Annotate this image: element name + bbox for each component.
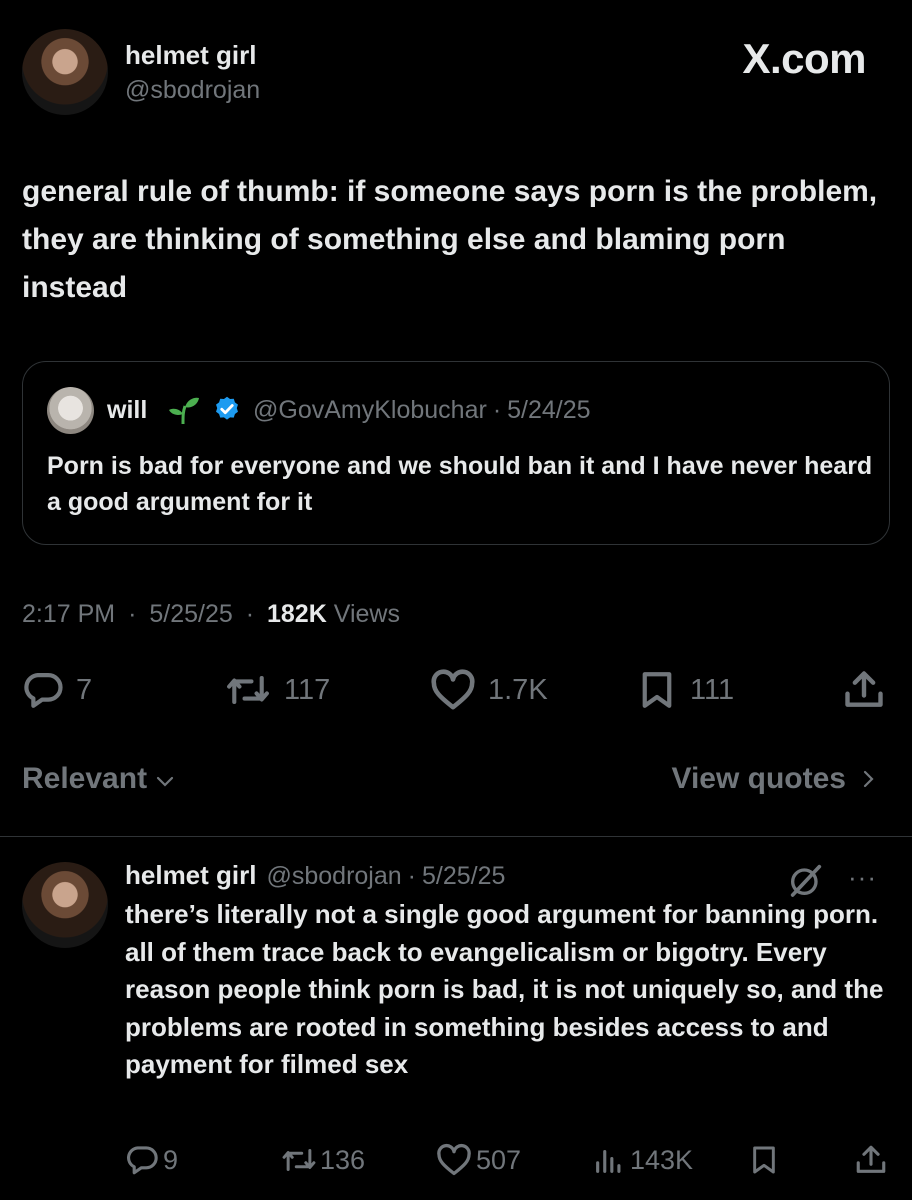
- bookmark-icon: [753, 1146, 775, 1174]
- reply-bubble-icon: [127, 1146, 158, 1175]
- tweet-meta: 2:17 PM · 5/25/25 · 182K Views: [22, 600, 400, 629]
- quoted-author-name: will: [107, 396, 148, 424]
- sort-label: Relevant: [22, 762, 148, 795]
- heart-icon: [437, 1143, 471, 1176]
- separator-dot: ·: [128, 600, 137, 628]
- repost-icon: [227, 675, 269, 705]
- repost-icon: [282, 1149, 316, 1171]
- view-quotes-label: View quotes: [671, 762, 847, 795]
- x-logo-text: X.com: [742, 35, 866, 82]
- reply-views-button[interactable]: 143K: [592, 1140, 693, 1180]
- tweet-text: general rule of thumb: if someone says p…: [22, 175, 878, 304]
- reply-text: there’s literally not a single good argu…: [125, 899, 884, 1079]
- seedling-icon: [169, 397, 199, 425]
- reply-header: helmet girl @sbodrojan · 5/25/25: [125, 860, 505, 891]
- views-label: Views: [333, 600, 400, 628]
- reply-date[interactable]: 5/25/25: [422, 862, 505, 891]
- quoted-tweet-card[interactable]: will @GovAmyKlobuchar · 5/24/25 Porn is ba…: [22, 361, 890, 545]
- reply-count: 7: [76, 673, 93, 706]
- grok-icon[interactable]: [786, 860, 826, 900]
- view-quotes-link[interactable]: View quotes: [672, 762, 881, 796]
- reply-reply-button[interactable]: 9: [125, 1140, 178, 1180]
- bookmark-button[interactable]: 111: [636, 668, 734, 712]
- reply-author-handle[interactable]: @sbodrojan: [266, 862, 401, 891]
- analytics-bars-icon: [596, 1149, 621, 1173]
- separator-dot: ·: [407, 862, 416, 890]
- sort-replies-dropdown[interactable]: Relevant: [22, 762, 177, 796]
- share-icon: [845, 671, 883, 707]
- reply-like-count: 507: [476, 1144, 522, 1175]
- chevron-down-icon: [156, 776, 174, 787]
- separator-dot: ·: [245, 600, 255, 628]
- tweet-date[interactable]: 5/25/25: [149, 600, 232, 628]
- share-button[interactable]: [842, 668, 886, 712]
- quoted-author-handle-date: @GovAmyKlobuchar · 5/24/25: [253, 396, 591, 425]
- repost-count: 117: [284, 673, 331, 706]
- like-count: 1.7K: [488, 673, 548, 706]
- reply-button[interactable]: 7: [22, 668, 92, 712]
- bookmark-count: 111: [690, 673, 735, 706]
- reply-views-count: 143K: [630, 1144, 694, 1175]
- like-button[interactable]: 1.7K: [430, 668, 548, 712]
- tweet-time[interactable]: 2:17 PM: [22, 600, 115, 628]
- reply-reply-count: 9: [163, 1144, 179, 1175]
- reply-repost-count: 136: [320, 1144, 366, 1175]
- author-handle[interactable]: @sbodrojan: [125, 76, 260, 105]
- quoted-tweet-text: Porn is bad for everyone and we should b…: [47, 452, 873, 516]
- chevron-right-icon: [863, 770, 874, 788]
- verified-badge-icon: [216, 396, 238, 420]
- share-icon: [856, 1145, 886, 1173]
- reply-author-name[interactable]: helmet girl: [125, 860, 256, 891]
- reply-share-button[interactable]: [854, 1140, 888, 1180]
- reply-bubble-icon: [24, 673, 63, 708]
- reply-bookmark-button[interactable]: [748, 1140, 780, 1180]
- quoted-author-avatar: [47, 387, 94, 434]
- repost-button[interactable]: 117: [224, 668, 330, 712]
- quoted-tweet-date: 5/24/25: [507, 396, 591, 424]
- reply-like-button[interactable]: 507: [436, 1140, 521, 1180]
- divider: [0, 836, 912, 837]
- author-display-name[interactable]: helmet girl: [125, 40, 256, 71]
- reply-repost-button[interactable]: 136: [280, 1140, 365, 1180]
- reply-author-avatar[interactable]: [22, 862, 108, 948]
- views-count: 182K: [267, 600, 327, 628]
- quoted-author-handle: @GovAmyKlobuchar: [253, 396, 487, 424]
- separator-dot: ·: [492, 396, 502, 424]
- heart-icon: [431, 669, 475, 710]
- more-options-icon[interactable]: ···: [848, 862, 877, 893]
- bookmark-icon: [642, 672, 672, 708]
- author-avatar[interactable]: [22, 29, 108, 115]
